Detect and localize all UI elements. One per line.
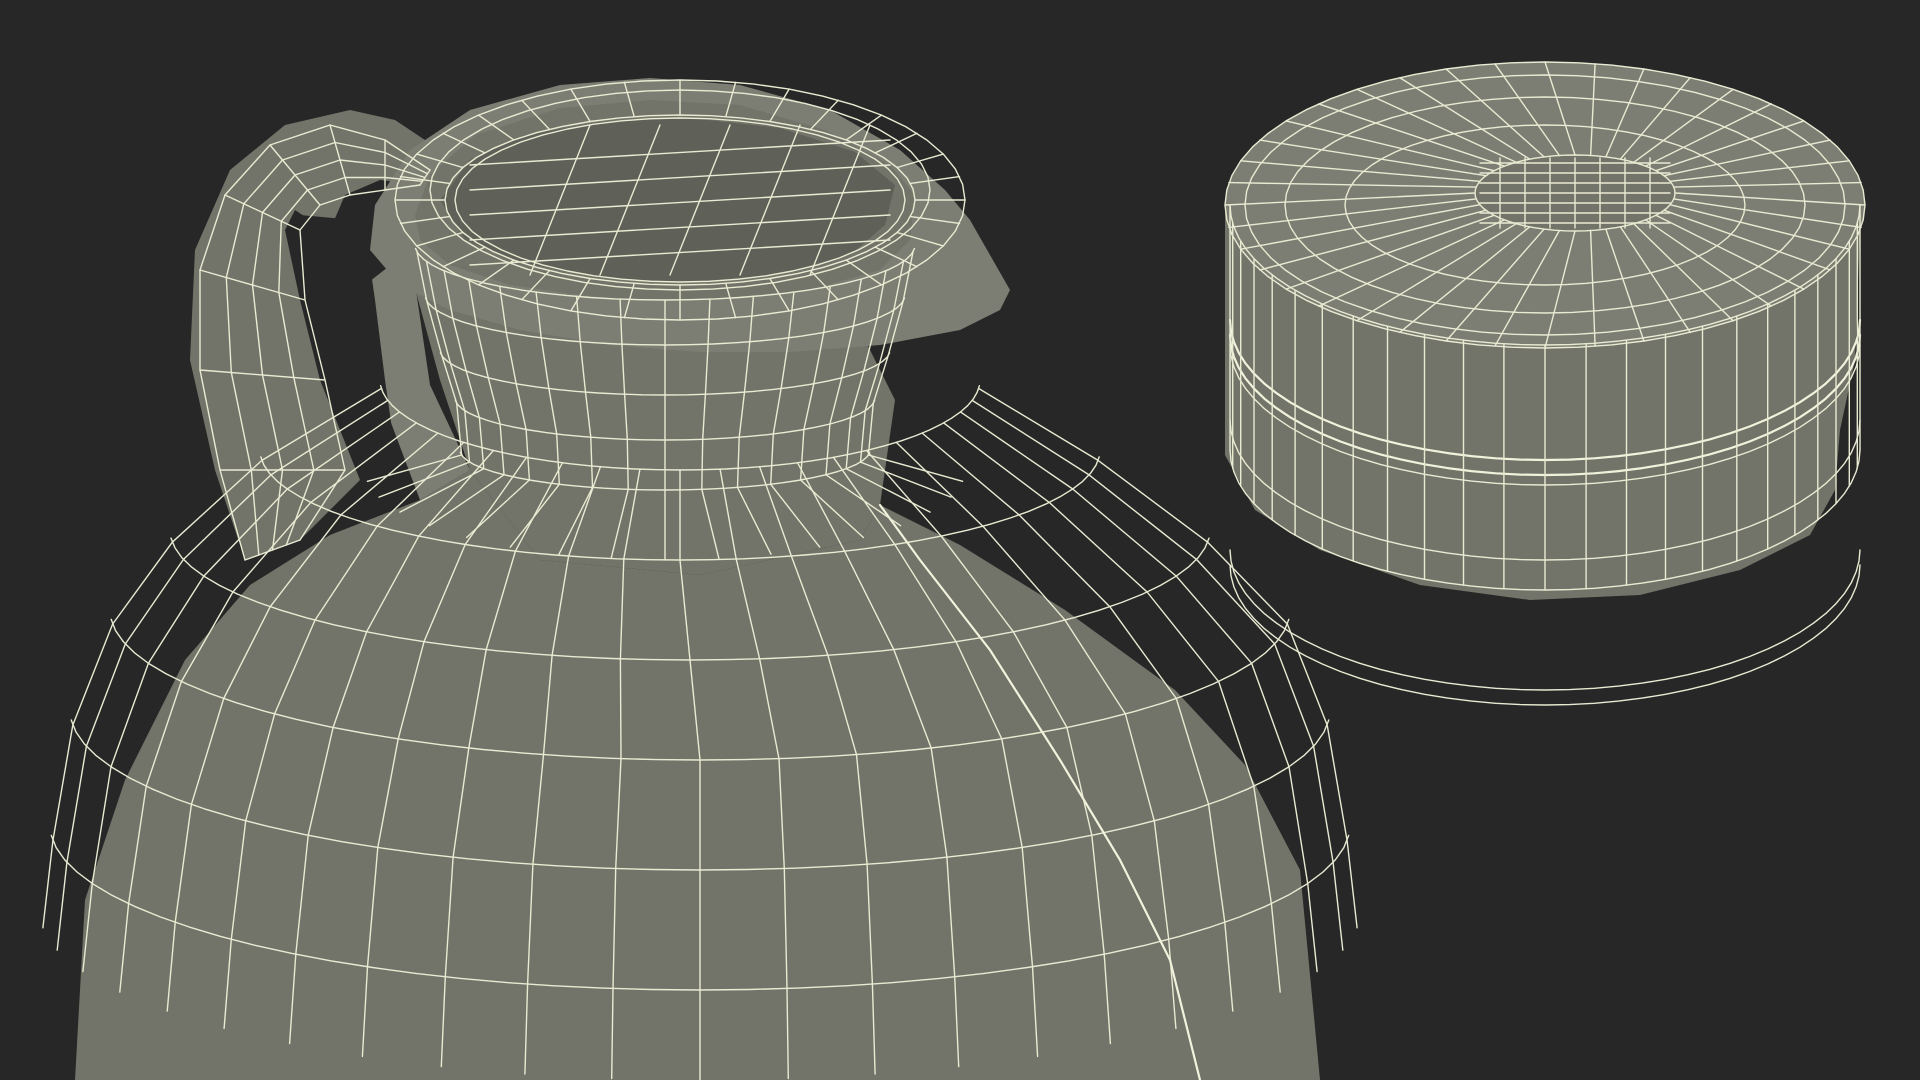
wireframe-render — [42, 61, 1866, 1080]
3d-viewport[interactable] — [0, 0, 1920, 1080]
